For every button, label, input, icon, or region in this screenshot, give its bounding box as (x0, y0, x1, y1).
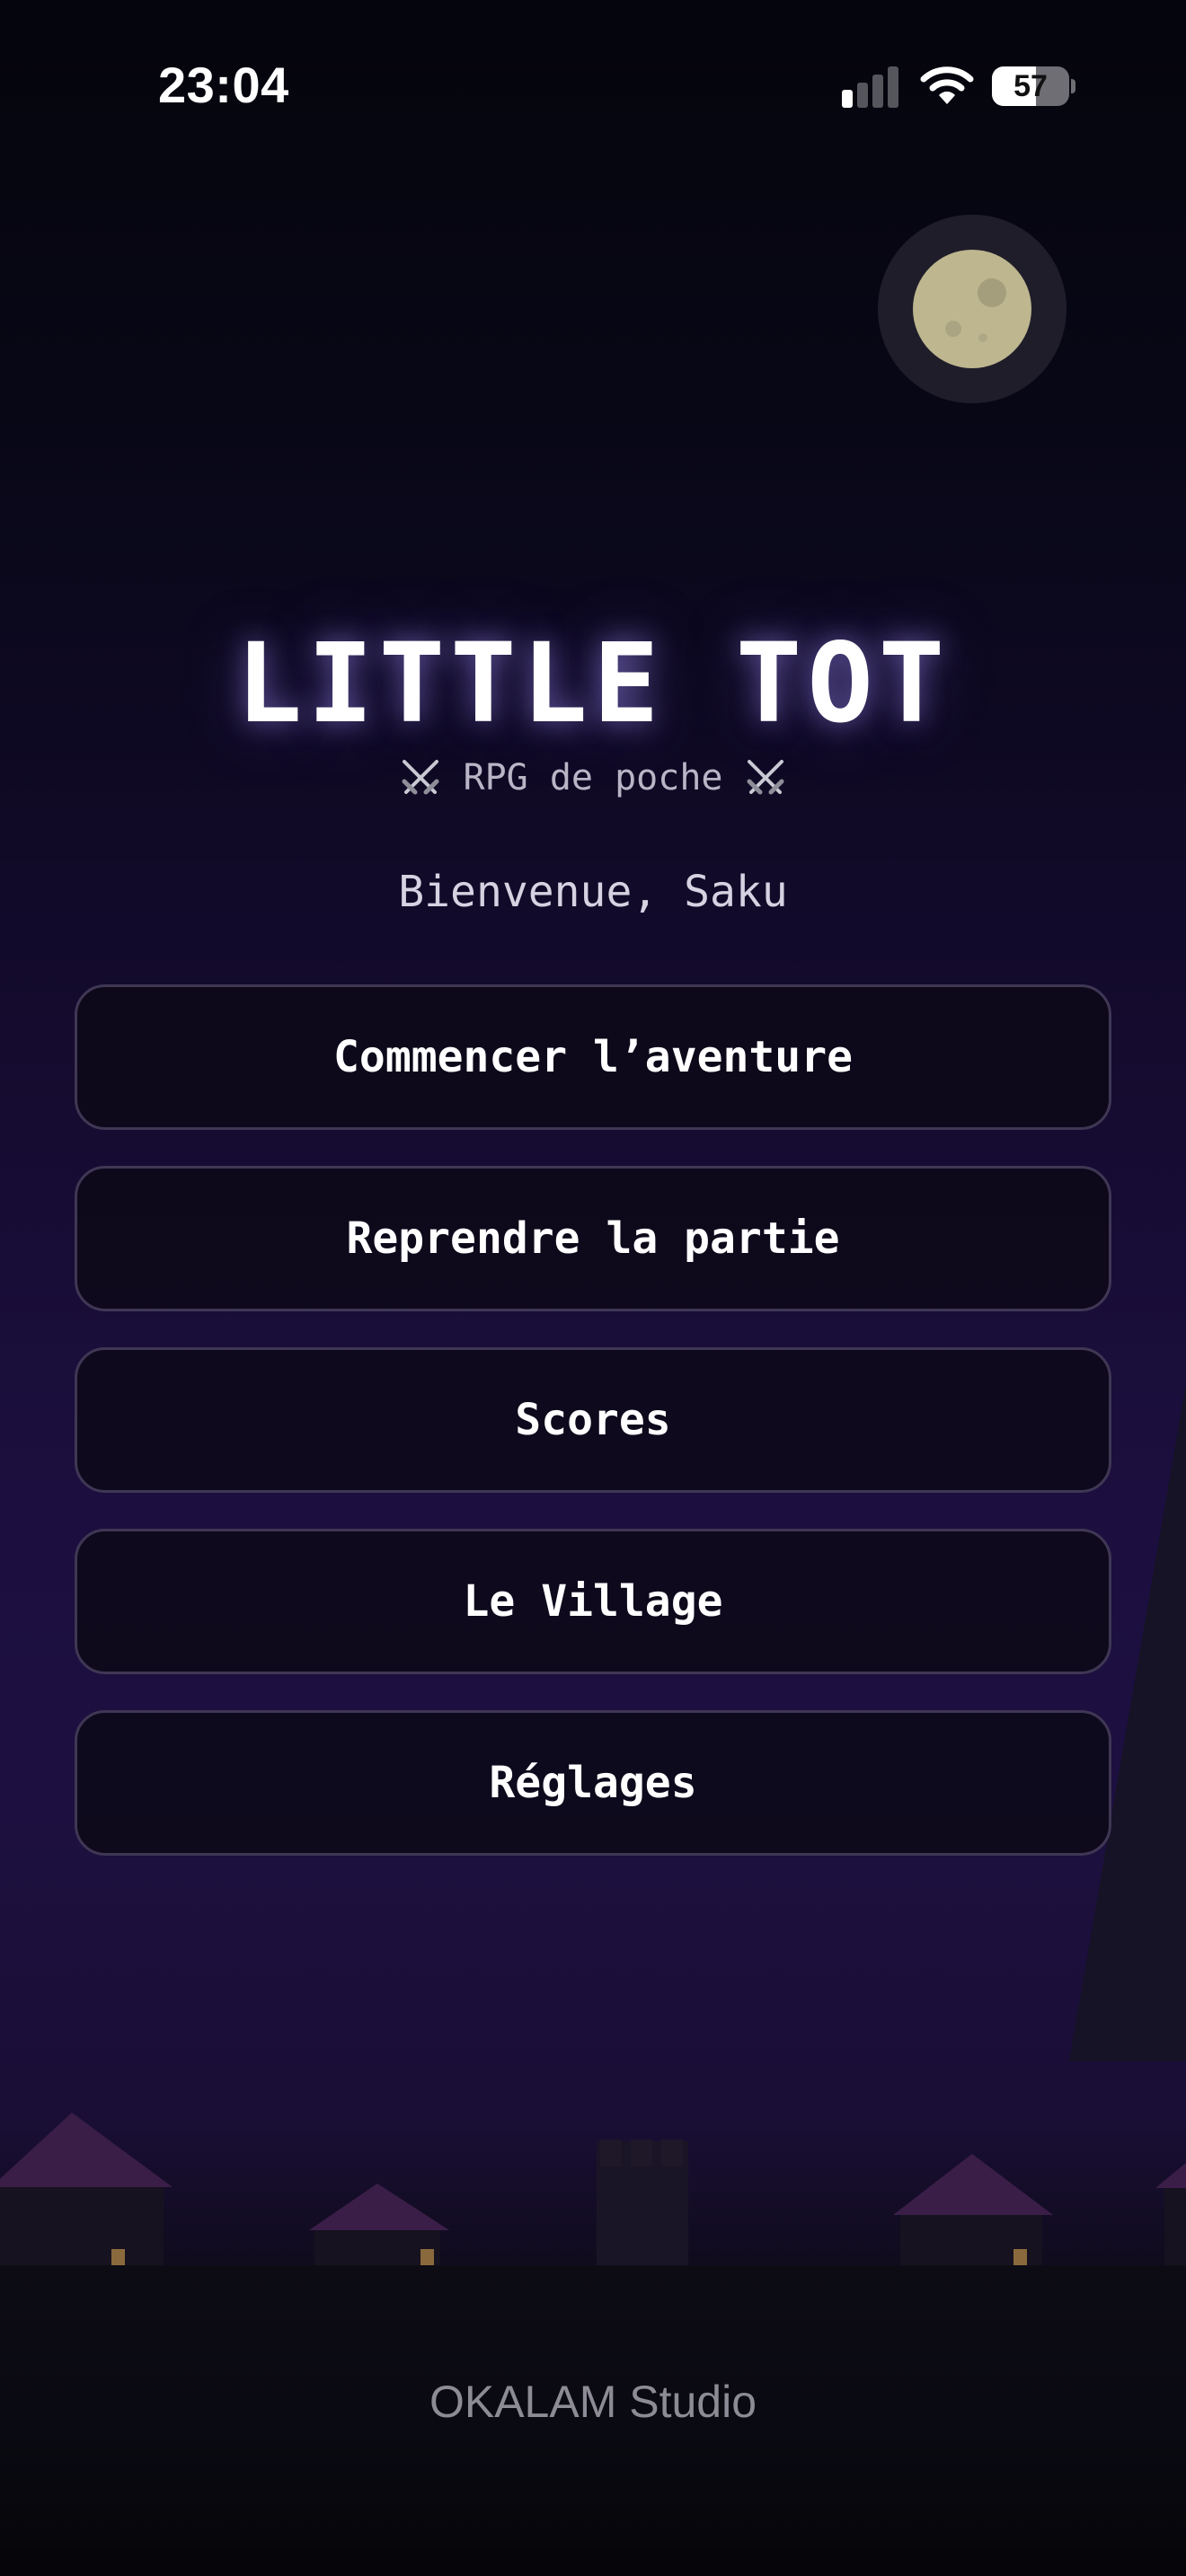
game-subtitle: RPG de poche (0, 756, 1186, 799)
village-silhouette (0, 2113, 1186, 2272)
status-time: 23:04 (158, 57, 289, 113)
battery-indicator: 57 (992, 66, 1075, 106)
status-bar: 23:04 57 (0, 0, 1186, 171)
crossed-swords-icon (402, 760, 438, 795)
village-button[interactable]: Le Village (75, 1529, 1111, 1674)
settings-button[interactable]: Réglages (75, 1710, 1111, 1856)
crossed-swords-icon (747, 760, 784, 795)
battery-percent: 57 (1013, 69, 1048, 103)
main-menu: Commencer l’aventure Reprendre la partie… (75, 984, 1111, 1892)
start-adventure-button[interactable]: Commencer l’aventure (75, 984, 1111, 1130)
signal-bars-icon (842, 66, 898, 108)
moon-icon (878, 215, 1067, 403)
resume-game-button[interactable]: Reprendre la partie (75, 1166, 1111, 1311)
game-title: LITTLE TOT (235, 620, 951, 747)
welcome-message: Bienvenue, Saku (398, 867, 788, 917)
wifi-icon (920, 66, 974, 104)
studio-credit: OKALAM Studio (429, 2377, 757, 2427)
subtitle-text: RPG de poche (463, 757, 723, 798)
scores-button[interactable]: Scores (75, 1347, 1111, 1493)
